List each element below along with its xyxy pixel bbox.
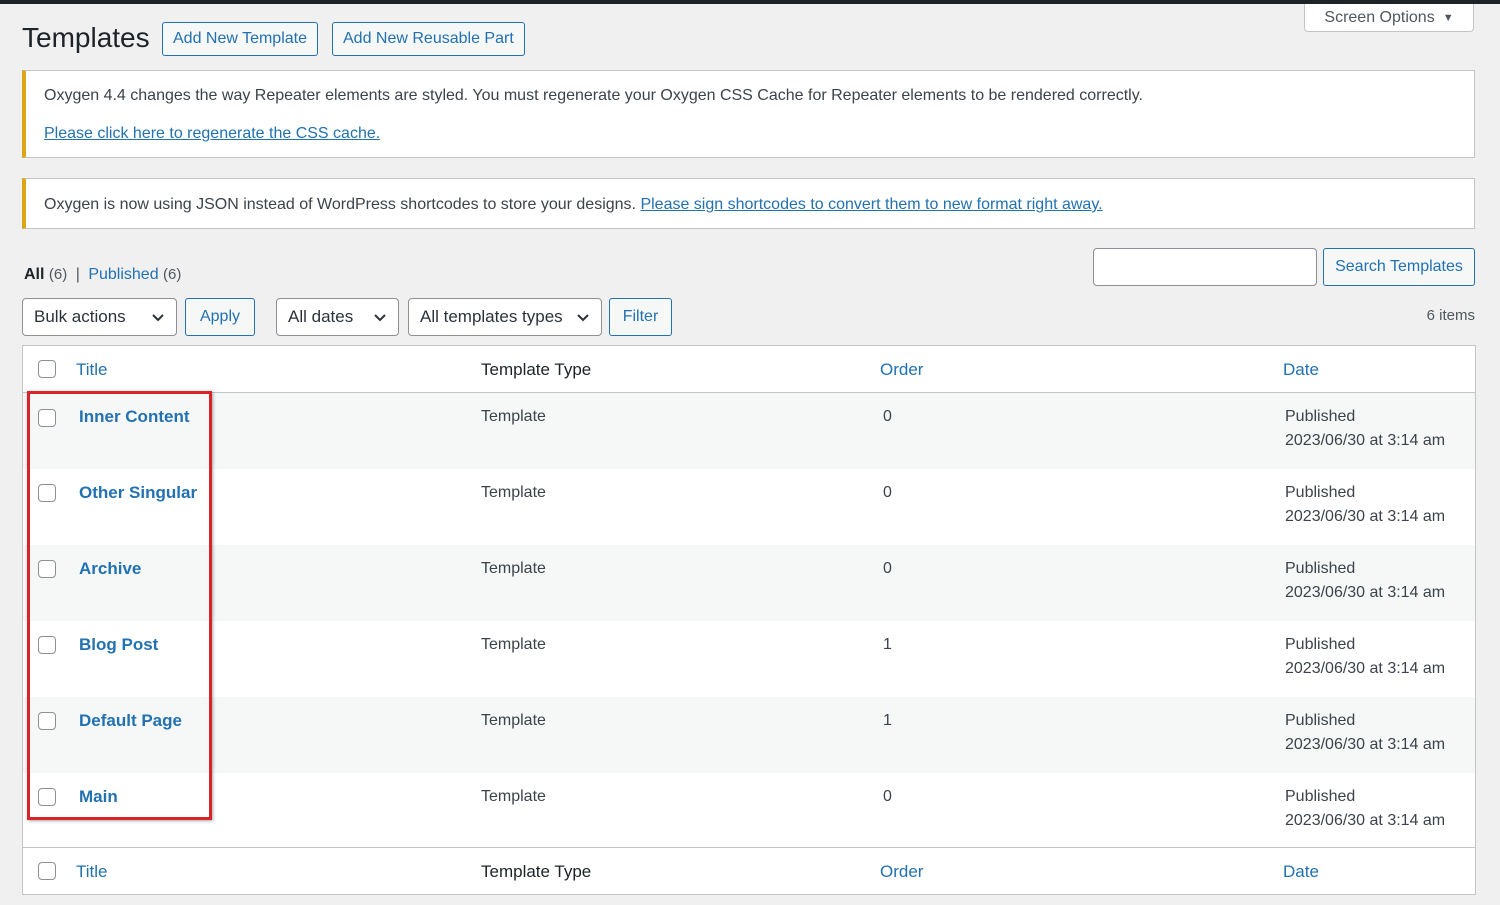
row-template-type: Template [481,484,546,501]
css-cache-notice: Oxygen 4.4 changes the way Repeater elem… [22,70,1475,158]
row-template-type: Template [481,636,546,653]
screen-options-button[interactable]: Screen Options ▼ [1304,4,1474,32]
table-row: Other Singular Template 0 Published 2023… [23,469,1475,545]
view-published-count: (6) [163,266,182,283]
column-order-footer[interactable]: Order [880,862,923,882]
row-title-link[interactable]: Default Page [79,711,182,731]
bulk-actions-select[interactable]: Bulk actions [22,298,177,336]
row-template-type: Template [481,712,546,729]
templates-table: Title Template Type Order Date Inner Con… [22,345,1476,895]
row-date: 2023/06/30 at 3:14 am [1285,432,1446,449]
column-title-header[interactable]: Title [76,360,108,380]
regenerate-css-cache-link[interactable]: Please click here to regenerate the CSS … [44,125,380,143]
row-status: Published [1285,712,1356,729]
column-date-footer[interactable]: Date [1283,862,1319,882]
select-all-checkbox-footer[interactable] [38,862,56,880]
row-date: 2023/06/30 at 3:14 am [1285,508,1446,525]
table-row: Main Template 0 Published 2023/06/30 at … [23,773,1475,849]
css-cache-notice-text: Oxygen 4.4 changes the way Repeater elem… [44,87,1143,104]
view-filters: All (6) | Published (6) [24,266,181,284]
caret-down-icon: ▼ [1442,11,1454,24]
json-notice-text: Oxygen is now using JSON instead of Word… [44,196,636,213]
table-header: Title Template Type Order Date [23,346,1475,393]
admin-top-bar [0,0,1500,4]
view-published-link[interactable]: Published [88,266,158,283]
row-order: 0 [883,408,892,425]
row-checkbox[interactable] [38,409,56,427]
row-date: 2023/06/30 at 3:14 am [1285,584,1446,601]
table-footer: Title Template Type Order Date [23,847,1475,894]
row-status: Published [1285,636,1356,653]
column-date-header[interactable]: Date [1283,360,1319,380]
column-template-type-footer: Template Type [481,862,592,881]
search-templates-button[interactable]: Search Templates [1323,248,1475,286]
table-row: Inner Content Template 0 Published 2023/… [23,393,1475,469]
chevron-down-icon [577,314,589,322]
row-checkbox[interactable] [38,560,56,578]
row-order: 0 [883,788,892,805]
items-count: 6 items [1426,307,1475,324]
dates-value: All dates [288,307,354,326]
table-row: Blog Post Template 1 Published 2023/06/3… [23,621,1475,697]
row-order: 0 [883,484,892,501]
row-status: Published [1285,560,1356,577]
view-all-link[interactable]: All [24,266,44,283]
search-input[interactable] [1093,248,1317,286]
view-separator: | [75,266,80,283]
row-title-link[interactable]: Main [79,787,118,807]
row-date: 2023/06/30 at 3:14 am [1285,736,1446,753]
screen-options-label: Screen Options [1324,8,1435,26]
json-notice: Oxygen is now using JSON instead of Word… [22,178,1475,229]
row-checkbox[interactable] [38,712,56,730]
row-template-type: Template [481,560,546,577]
row-title-link[interactable]: Archive [79,559,141,579]
template-types-value: All templates types [420,307,563,326]
row-title-link[interactable]: Inner Content [79,407,190,427]
table-row: Archive Template 0 Published 2023/06/30 … [23,545,1475,621]
column-order-header[interactable]: Order [880,360,923,380]
row-order: 0 [883,560,892,577]
row-order: 1 [883,712,892,729]
dates-select[interactable]: All dates [276,298,399,336]
row-date: 2023/06/30 at 3:14 am [1285,812,1446,829]
row-checkbox[interactable] [38,636,56,654]
view-all-count: (6) [48,266,68,283]
add-new-reusable-part-button[interactable]: Add New Reusable Part [332,22,525,56]
row-checkbox[interactable] [38,484,56,502]
row-order: 1 [883,636,892,653]
apply-button[interactable]: Apply [185,298,255,336]
row-checkbox[interactable] [38,788,56,806]
sign-shortcodes-link[interactable]: Please sign shortcodes to convert them t… [640,196,1102,213]
chevron-down-icon [374,314,386,322]
page-title: Templates [22,22,150,53]
add-new-template-button[interactable]: Add New Template [162,22,318,56]
row-status: Published [1285,788,1356,805]
select-all-checkbox[interactable] [38,360,56,378]
row-template-type: Template [481,788,546,805]
row-date: 2023/06/30 at 3:14 am [1285,660,1446,677]
column-title-footer[interactable]: Title [76,862,108,882]
row-status: Published [1285,484,1356,501]
template-types-select[interactable]: All templates types [408,298,602,336]
bulk-actions-value: Bulk actions [34,307,126,326]
chevron-down-icon [152,314,164,322]
table-row: Default Page Template 1 Published 2023/0… [23,697,1475,773]
row-title-link[interactable]: Other Singular [79,483,197,503]
filter-button[interactable]: Filter [609,298,672,336]
column-template-type-header: Template Type [481,360,592,379]
row-title-link[interactable]: Blog Post [79,635,158,655]
row-status: Published [1285,408,1356,425]
row-template-type: Template [481,408,546,425]
